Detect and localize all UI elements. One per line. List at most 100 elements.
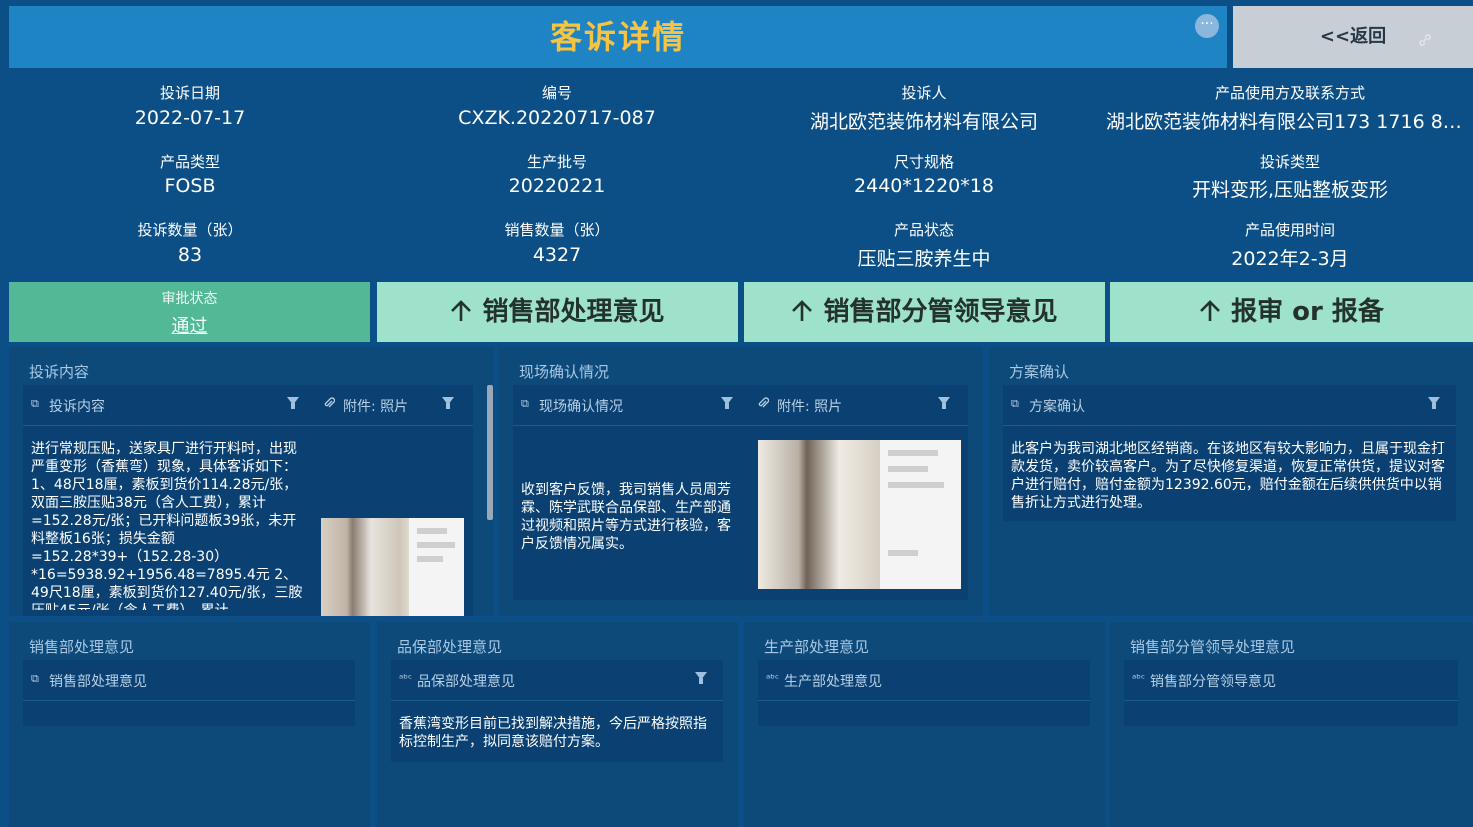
complaint-field-label: 投诉内容: [49, 399, 105, 415]
attachment-label: 附件: 照片: [777, 399, 843, 415]
size-spec-value: 2440*1220*18: [854, 175, 994, 197]
attachment-label: 附件: 照片: [343, 399, 409, 415]
complaint-quantity-label: 投诉数量（张）: [137, 221, 243, 239]
number-value: CXZK.20220717-087: [458, 107, 656, 129]
arrow-up-icon: [450, 282, 472, 342]
complaint-panel: 投诉内容 ⧉ 投诉内容 附件: 照片 进行常规压贴，送家具厂进行开料时，出现严重…: [9, 347, 494, 616]
filter-icon[interactable]: [721, 397, 733, 409]
sales-leader-opinion-button[interactable]: 销售部分管领导意见: [744, 282, 1105, 342]
submit-review-button[interactable]: 报审 or 报备: [1110, 282, 1473, 342]
text-field-icon: ᵃᵇᶜ: [399, 672, 413, 685]
sales-opinion-title: 销售部处理意见: [29, 638, 135, 656]
field-type-icon: ⧉: [1011, 397, 1019, 410]
site-panel-title: 现场确认情况: [519, 363, 610, 381]
quality-opinion-text: 香蕉湾变形目前已找到解决措施，今后严格按照指标控制生产，拟同意该赔付方案。: [399, 716, 707, 750]
sales-leader-opinion-field-header: ᵃᵇᶜ 销售部分管领导意见: [1124, 660, 1458, 701]
complainant-value: 湖北欧范装饰材料有限公司: [809, 111, 1038, 133]
sales-opinion-subpanel: ⧉ 销售部处理意见: [23, 660, 355, 726]
sales-opinion-field-label: 销售部处理意见: [49, 674, 147, 690]
paperclip-icon: [323, 396, 336, 414]
back-button-label: <<返回: [1319, 26, 1387, 47]
plan-subpanel: ⧉ 方案确认 此客户为我司湖北地区经销商。在该地区有较大影响力，且属于现金打款发…: [1003, 385, 1456, 521]
product-status-value: 压贴三胺养生中: [857, 248, 991, 270]
filter-icon[interactable]: [938, 397, 950, 409]
complaint-date-value: 2022-07-17: [134, 107, 246, 129]
chat-screenshot: [880, 440, 961, 589]
more-options-button[interactable]: ···: [1195, 14, 1219, 38]
field-type-icon: ⧉: [31, 672, 39, 685]
sales-dept-opinion-button[interactable]: 销售部处理意见: [377, 282, 738, 342]
approval-status: 审批状态 通过: [9, 282, 370, 342]
sales-opinion-panel: 销售部处理意见 ⧉ 销售部处理意见: [9, 622, 370, 827]
complaint-type-label: 投诉类型: [1259, 153, 1320, 171]
filter-icon[interactable]: [1428, 397, 1440, 409]
quality-opinion-title: 品保部处理意见: [397, 638, 503, 656]
filter-icon[interactable]: [287, 397, 299, 409]
size-spec-label: 尺寸规格: [893, 153, 954, 171]
product-user-contact-value: 湖北欧范装饰材料有限公司173 1716 8166: [1106, 111, 1470, 133]
scrollbar[interactable]: [487, 385, 493, 520]
site-photo[interactable]: [758, 440, 961, 589]
site-field-label: 现场确认情况: [539, 399, 623, 415]
approval-status-value[interactable]: 通过: [9, 312, 370, 338]
page-title: 客诉详情: [549, 18, 686, 56]
sales-quantity-label: 销售数量（张）: [504, 221, 610, 239]
site-field-header: ⧉ 现场确认情况 附件: 照片: [513, 385, 968, 426]
plan-text: 此客户为我司湖北地区经销商。在该地区有较大影响力，且属于现金打款发货，卖价较高客…: [1011, 441, 1445, 511]
text-field-icon: ᵃᵇᶜ: [1132, 672, 1146, 685]
number-label: 编号: [541, 84, 572, 102]
field-type-icon: ⧉: [521, 397, 529, 410]
complaint-field-header: ⧉ 投诉内容 附件: 照片: [23, 385, 473, 426]
product-type-value: FOSB: [164, 175, 216, 197]
text-field-icon: ᵃᵇᶜ: [766, 672, 780, 685]
complainant-label: 投诉人: [901, 84, 947, 102]
batch-number-label: 生产批号: [526, 153, 587, 171]
product-user-contact-label: 产品使用方及联系方式: [1214, 84, 1365, 102]
filter-icon[interactable]: [695, 672, 707, 684]
complaint-text: 进行常规压贴，送家具厂进行开料时，出现严重变形（香蕉弯）现象，具体客诉如下： 1…: [31, 441, 303, 610]
site-panel: 现场确认情况 ⧉ 现场确认情况 附件: 照片 收到客户反馈，我司销售人员周芳霖、…: [499, 347, 983, 616]
sales-quantity-value: 4327: [532, 244, 582, 266]
link-icon[interactable]: [1417, 12, 1433, 46]
sales-dept-opinion-label: 销售部处理意见: [482, 297, 665, 327]
usage-time-value: 2022年2-3月: [1231, 248, 1349, 270]
production-opinion-subpanel: ᵃᵇᶜ 生产部处理意见: [758, 660, 1090, 726]
chat-screenshot: [409, 518, 464, 616]
quality-opinion-field-label: 品保部处理意见: [417, 674, 515, 690]
complaint-date-label: 投诉日期: [159, 84, 220, 102]
plan-panel: 方案确认 ⧉ 方案确认 此客户为我司湖北地区经销商。在该地区有较大影响力，且属于…: [989, 347, 1473, 616]
arrow-up-icon: [791, 282, 813, 342]
submit-review-label: 报审 or 报备: [1231, 297, 1384, 327]
quality-opinion-panel: 品保部处理意见 ᵃᵇᶜ 品保部处理意见 香蕉湾变形目前已找到解决措施，今后严格按…: [377, 622, 738, 827]
site-subpanel: ⧉ 现场确认情况 附件: 照片 收到客户反馈，我司销售人员周芳霖、陈学武联合品保…: [513, 385, 968, 600]
paperclip-icon: [757, 396, 770, 414]
plan-panel-title: 方案确认: [1009, 363, 1070, 381]
quality-opinion-field-header: ᵃᵇᶜ 品保部处理意见: [391, 660, 723, 701]
complaint-panel-title: 投诉内容: [29, 363, 90, 381]
production-opinion-field-label: 生产部处理意见: [784, 674, 882, 690]
back-button[interactable]: <<返回: [1233, 6, 1473, 68]
filter-icon[interactable]: [442, 397, 454, 409]
sales-leader-opinion-label: 销售部分管领导意见: [823, 297, 1058, 327]
plan-field-label: 方案确认: [1029, 399, 1085, 415]
production-opinion-panel: 生产部处理意见 ᵃᵇᶜ 生产部处理意见: [744, 622, 1105, 827]
plan-field-header: ⧉ 方案确认: [1003, 385, 1456, 426]
usage-time-label: 产品使用时间: [1244, 221, 1335, 239]
product-status-label: 产品状态: [893, 221, 954, 239]
complaint-type-value: 开料变形,压贴整板变形: [1191, 179, 1389, 201]
sales-leader-opinion-subpanel: ᵃᵇᶜ 销售部分管领导意见: [1124, 660, 1458, 726]
sales-leader-opinion-panel: 销售部分管领导处理意见 ᵃᵇᶜ 销售部分管领导意见: [1110, 622, 1473, 827]
production-opinion-field-header: ᵃᵇᶜ 生产部处理意见: [758, 660, 1090, 701]
complaint-quantity-value: 83: [177, 244, 203, 266]
quality-opinion-subpanel: ᵃᵇᶜ 品保部处理意见 香蕉湾变形目前已找到解决措施，今后严格按照指标控制生产，…: [391, 660, 723, 762]
field-type-icon: ⧉: [31, 397, 39, 410]
production-opinion-title: 生产部处理意见: [764, 638, 870, 656]
sales-opinion-field-header: ⧉ 销售部处理意见: [23, 660, 355, 701]
complaint-subpanel: ⧉ 投诉内容 附件: 照片 进行常规压贴，送家具厂进行开料时，出现严重变形（香蕉…: [23, 385, 473, 616]
site-text: 收到客户反馈，我司销售人员周芳霖、陈学武联合品保部、生产部通过视频和照片等方式进…: [521, 482, 731, 552]
sales-leader-opinion-title: 销售部分管领导处理意见: [1130, 638, 1296, 656]
sales-leader-opinion-field-label: 销售部分管领导意见: [1150, 674, 1276, 690]
title-bar: 客诉详情 ···: [9, 6, 1227, 68]
complaint-photo[interactable]: [321, 518, 464, 616]
batch-number-value: 20220221: [508, 175, 606, 197]
